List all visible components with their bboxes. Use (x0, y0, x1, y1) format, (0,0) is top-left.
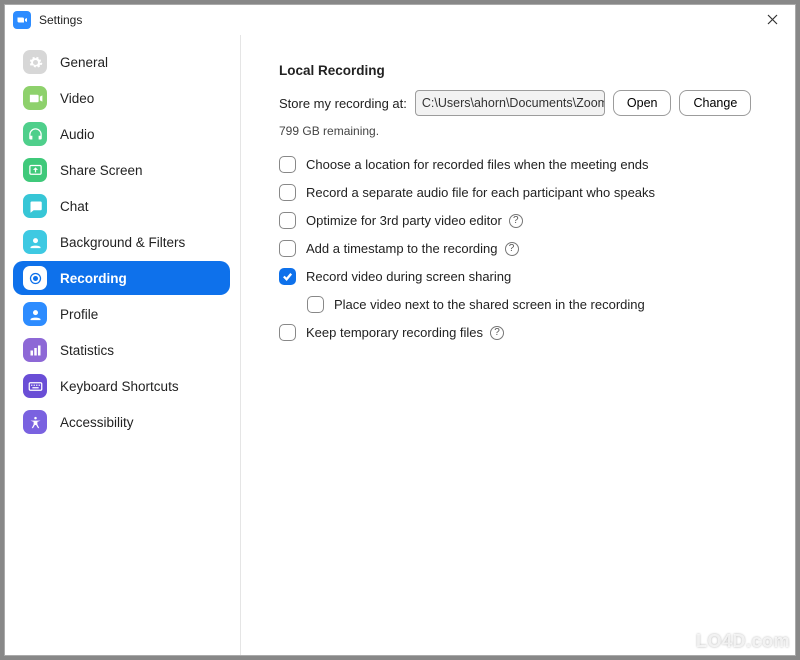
help-icon[interactable]: ? (490, 326, 504, 340)
sidebar-item-label: Video (60, 91, 94, 106)
option-label: Add a timestamp to the recording (306, 241, 498, 256)
sidebar-item-label: Statistics (60, 343, 114, 358)
profile-icon (23, 302, 47, 326)
storage-remaining: 799 GB remaining. (279, 124, 765, 138)
option-row: Choose a location for recorded files whe… (279, 156, 765, 173)
store-label: Store my recording at: (279, 96, 407, 111)
accessibility-icon (23, 410, 47, 434)
sidebar-item-background-filters[interactable]: Background & Filters (13, 225, 230, 259)
option-row: Place video next to the shared screen in… (307, 296, 765, 313)
window-title: Settings (39, 13, 82, 27)
sidebar-item-video[interactable]: Video (13, 81, 230, 115)
recording-path-value: C:\Users\ahorn\Documents\Zoom (422, 96, 605, 110)
main-panel: Local Recording Store my recording at: C… (241, 35, 795, 655)
sidebar-item-label: Accessibility (60, 415, 134, 430)
option-label: Choose a location for recorded files whe… (306, 157, 649, 172)
checkbox[interactable] (279, 212, 296, 229)
option-row: Keep temporary recording files? (279, 324, 765, 341)
open-button[interactable]: Open (613, 90, 672, 116)
watermark-text: LO4D.com (696, 631, 790, 652)
option-label: Optimize for 3rd party video editor (306, 213, 502, 228)
checkbox[interactable] (279, 184, 296, 201)
help-icon[interactable]: ? (509, 214, 523, 228)
sidebar-item-label: General (60, 55, 108, 70)
sidebar: General Video Audio Share Screen (5, 35, 241, 655)
option-row: Record a separate audio file for each pa… (279, 184, 765, 201)
option-row: Add a timestamp to the recording? (279, 240, 765, 257)
sidebar-item-label: Recording (60, 271, 127, 286)
sidebar-item-statistics[interactable]: Statistics (13, 333, 230, 367)
checkbox[interactable] (279, 268, 296, 285)
background-icon (23, 230, 47, 254)
help-icon[interactable]: ? (505, 242, 519, 256)
checkbox[interactable] (307, 296, 324, 313)
sidebar-item-label: Chat (60, 199, 89, 214)
settings-window: Settings General Video (4, 4, 796, 656)
option-label: Record video during screen sharing (306, 269, 511, 284)
option-label: Keep temporary recording files (306, 325, 483, 340)
chat-icon (23, 194, 47, 218)
sidebar-item-label: Keyboard Shortcuts (60, 379, 179, 394)
section-title: Local Recording (279, 63, 765, 78)
sidebar-item-general[interactable]: General (13, 45, 230, 79)
recording-path-input[interactable]: C:\Users\ahorn\Documents\Zoom (415, 90, 605, 116)
option-label: Record a separate audio file for each pa… (306, 185, 655, 200)
video-icon (23, 86, 47, 110)
window-body: General Video Audio Share Screen (5, 35, 795, 655)
store-location-row: Store my recording at: C:\Users\ahorn\Do… (279, 90, 765, 116)
statistics-icon (23, 338, 47, 362)
share-screen-icon (23, 158, 47, 182)
headphones-icon (23, 122, 47, 146)
sidebar-item-keyboard-shortcuts[interactable]: Keyboard Shortcuts (13, 369, 230, 403)
option-row: Record video during screen sharing (279, 268, 765, 285)
checkbox[interactable] (279, 324, 296, 341)
sidebar-item-label: Share Screen (60, 163, 143, 178)
titlebar: Settings (5, 5, 795, 35)
watermark: LO4D.com (668, 630, 790, 652)
checkbox[interactable] (279, 240, 296, 257)
option-label: Place video next to the shared screen in… (334, 297, 645, 312)
option-row: Optimize for 3rd party video editor? (279, 212, 765, 229)
record-icon (23, 266, 47, 290)
keyboard-icon (23, 374, 47, 398)
change-button[interactable]: Change (679, 90, 751, 116)
gear-icon (23, 50, 47, 74)
sidebar-item-recording[interactable]: Recording (13, 261, 230, 295)
sidebar-item-profile[interactable]: Profile (13, 297, 230, 331)
sidebar-item-chat[interactable]: Chat (13, 189, 230, 223)
sidebar-item-label: Background & Filters (60, 235, 185, 250)
sidebar-item-share-screen[interactable]: Share Screen (13, 153, 230, 187)
sidebar-item-accessibility[interactable]: Accessibility (13, 405, 230, 439)
sidebar-item-label: Profile (60, 307, 98, 322)
sidebar-item-label: Audio (60, 127, 95, 142)
close-button[interactable] (757, 8, 787, 32)
zoom-app-icon (13, 11, 31, 29)
watermark-icon (668, 630, 690, 652)
options-list: Choose a location for recorded files whe… (279, 156, 765, 341)
sidebar-item-audio[interactable]: Audio (13, 117, 230, 151)
checkbox[interactable] (279, 156, 296, 173)
